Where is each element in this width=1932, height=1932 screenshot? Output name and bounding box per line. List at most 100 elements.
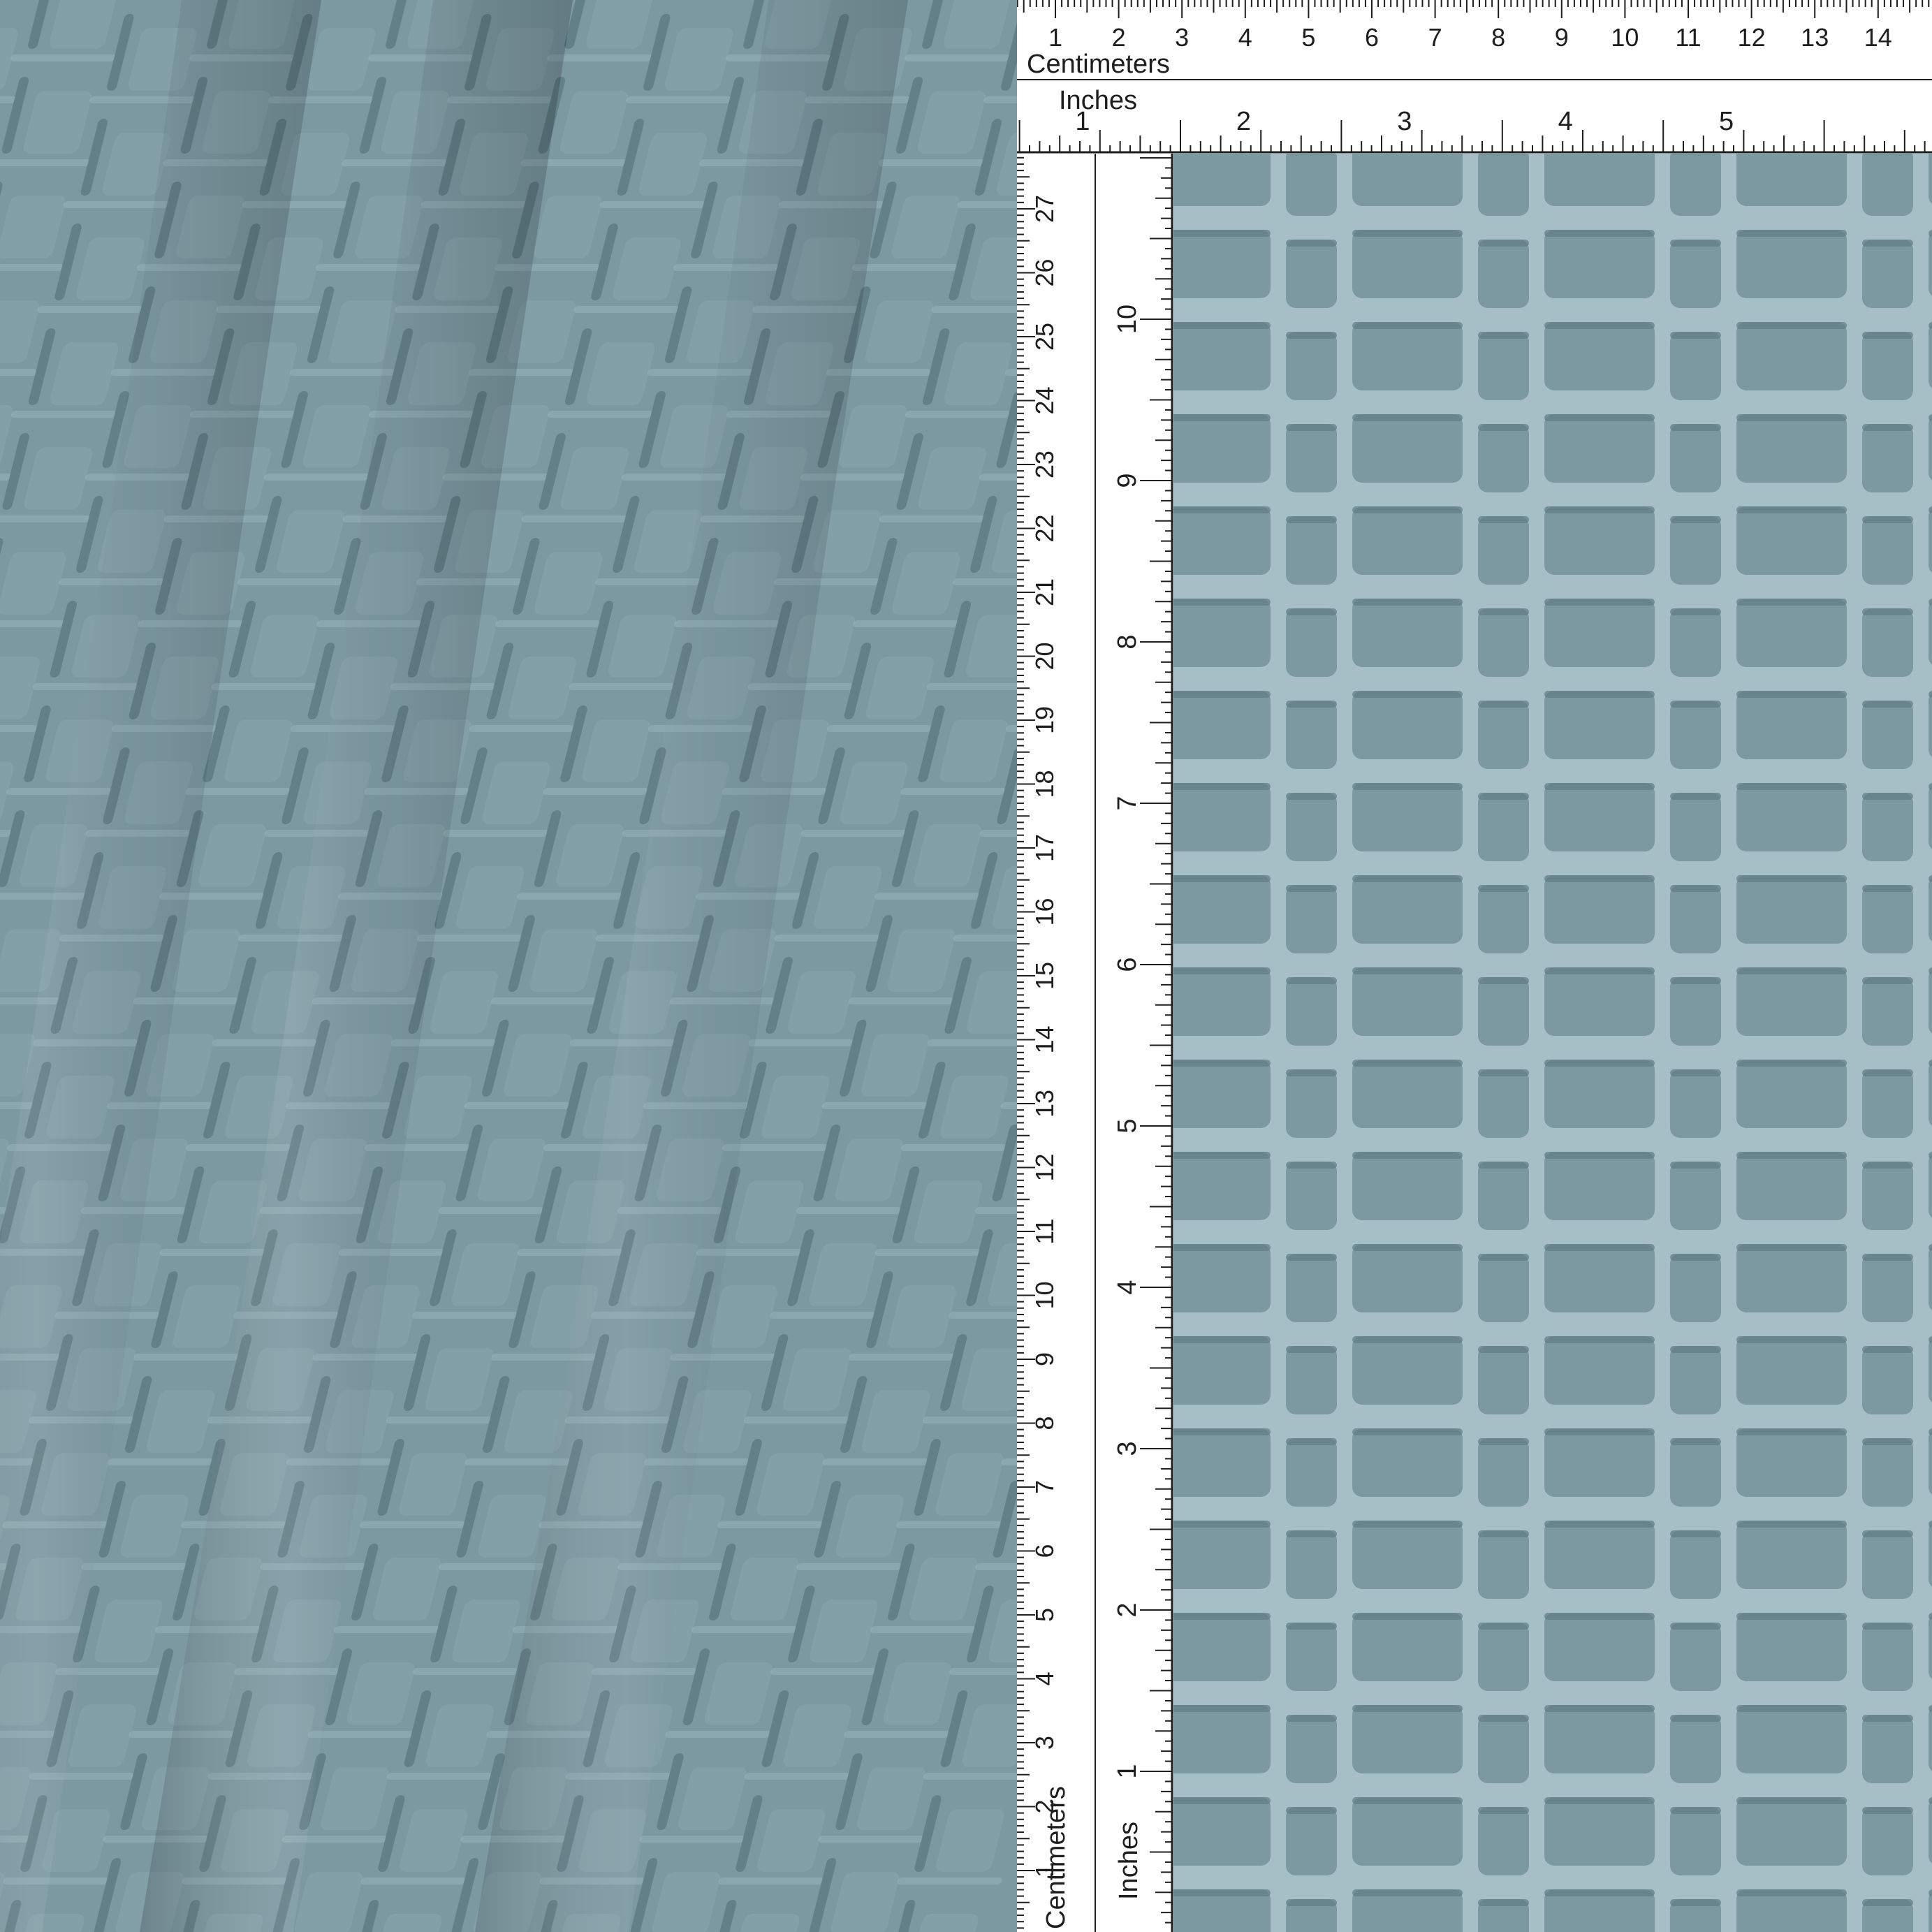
cm-number: 8 — [1030, 1416, 1059, 1430]
cm-number: 20 — [1030, 642, 1059, 670]
cell-shadow — [1478, 424, 1529, 431]
waffle-cell — [1670, 608, 1721, 677]
waffle-cell — [1736, 1521, 1847, 1589]
waffle-cell — [1478, 1346, 1529, 1414]
waffle-cell — [1173, 783, 1271, 851]
waffle-cell — [1929, 1338, 1932, 1403]
waffle-cell — [1173, 1152, 1271, 1220]
waffle-rib — [953, 578, 1017, 585]
waffle-rib — [573, 306, 679, 313]
waffle-cell — [1862, 516, 1913, 585]
waffle-cell — [1173, 1336, 1271, 1405]
cell-shadow — [1173, 1705, 1271, 1712]
waffle-cell — [1286, 1346, 1337, 1414]
waffle-cell — [1862, 1346, 1913, 1414]
cell-shadow — [1352, 875, 1463, 882]
cell-shadow — [1173, 1244, 1271, 1251]
cm-number: 16 — [1030, 898, 1059, 925]
waffle-cell — [1173, 322, 1271, 390]
cell-shadow — [1352, 1889, 1463, 1896]
cell-shadow — [1286, 516, 1337, 523]
cm-number: 7 — [1428, 23, 1442, 52]
cell-shadow — [1478, 1346, 1529, 1353]
waffle-cell — [1352, 1613, 1463, 1681]
waffle-rib — [927, 1039, 1017, 1046]
cell-shadow — [1670, 424, 1721, 431]
waffle-cell — [1670, 424, 1721, 492]
waffle-cell — [1670, 240, 1721, 308]
cell-shadow — [1670, 977, 1721, 984]
waffle-cell — [1544, 967, 1655, 1036]
waffle-cell — [1736, 506, 1847, 575]
waffle-rib — [818, 1836, 923, 1843]
cm-number: 10 — [1611, 23, 1639, 52]
cell-shadow — [1352, 599, 1463, 606]
cell-shadow — [1862, 793, 1913, 800]
waffle-rib — [81, 1563, 186, 1570]
cell-shadow — [1286, 885, 1337, 892]
cell-shadow — [1478, 1807, 1529, 1814]
cell-shadow — [1670, 608, 1721, 615]
top-cm-ticks — [1017, 0, 1930, 18]
cm-number: 9 — [1555, 23, 1569, 52]
cell-shadow — [1286, 1438, 1337, 1445]
cell-shadow — [1862, 424, 1913, 431]
cell-shadow — [1286, 1899, 1337, 1906]
flat-fabric-photo — [1173, 154, 1932, 1932]
waffle-cell — [1478, 516, 1529, 585]
cell-shadow — [1286, 977, 1337, 984]
left-ruler: 1 2 3 4 5 6 7 8 9 10 11 12 13 14 15 16 17 18 19 20 21 22 23 24 2… — [1017, 154, 1173, 1932]
cell-shadow — [1352, 230, 1463, 237]
waffle-cell — [1352, 322, 1463, 390]
waffle-cell — [1286, 424, 1337, 492]
cell-shadow — [1352, 1521, 1463, 1528]
waffle-cell — [1670, 1715, 1721, 1783]
cell-shadow — [1544, 691, 1655, 698]
waffle-cell — [1478, 1623, 1529, 1691]
waffle-rib — [211, 683, 317, 690]
waffle-cell — [1670, 516, 1721, 585]
waffle-rib — [905, 54, 1010, 61]
inch-number: 3 — [1397, 107, 1412, 136]
waffle-cell — [1352, 1060, 1463, 1128]
cell-shadow — [1173, 1336, 1271, 1343]
draped-fabric-texture — [0, 0, 1017, 1932]
waffle-cell — [1478, 1254, 1529, 1322]
waffle-rib — [717, 1521, 823, 1528]
cell-shadow — [1736, 1336, 1847, 1343]
waffle-cell — [1478, 1807, 1529, 1875]
cell-shadow — [1286, 1162, 1337, 1169]
waffle-rib — [957, 201, 1017, 208]
cell-shadow — [1173, 230, 1271, 237]
inch-number: 7 — [1113, 796, 1142, 810]
waffle-cell — [1173, 691, 1271, 759]
cell-shadow — [1544, 1244, 1655, 1251]
waffle-cell — [1173, 1613, 1271, 1681]
waffle-cell — [1352, 783, 1463, 851]
waffle-rib — [874, 893, 980, 900]
waffle-rib — [849, 1354, 954, 1361]
cell-shadow — [1670, 885, 1721, 892]
waffle-rib — [878, 159, 984, 166]
waffle-rib — [360, 1521, 465, 1528]
waffle-cell — [1862, 1715, 1913, 1783]
cell-shadow — [1670, 1346, 1721, 1353]
cm-number: 3 — [1030, 1736, 1059, 1750]
waffle-cell — [1286, 1807, 1337, 1875]
waffle-cell — [1173, 154, 1271, 206]
cell-shadow — [1670, 701, 1721, 708]
waffle-cell — [1736, 967, 1847, 1036]
waffle-rib — [464, 1102, 570, 1109]
waffle-rib — [949, 1312, 1017, 1319]
cm-number: 19 — [1030, 706, 1059, 734]
cell-shadow — [1670, 793, 1721, 800]
cell-shadow — [1736, 1889, 1847, 1896]
waffle-rib — [743, 1417, 849, 1424]
cm-number: 12 — [1738, 23, 1766, 52]
cell-shadow — [1544, 1613, 1655, 1620]
cell-shadow — [1862, 516, 1913, 523]
flat-fabric-texture — [1173, 154, 1932, 1932]
waffle-cell — [1173, 1797, 1271, 1866]
cell-shadow — [1544, 1060, 1655, 1067]
cm-number: 5 — [1030, 1608, 1059, 1622]
